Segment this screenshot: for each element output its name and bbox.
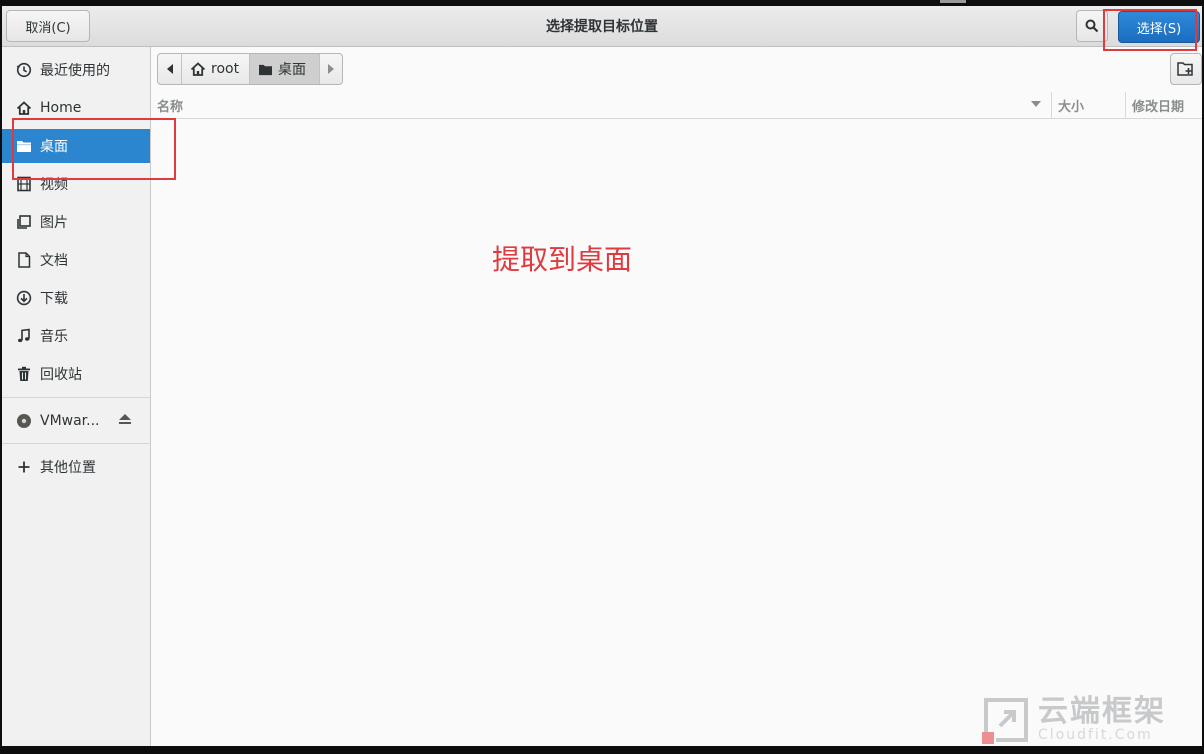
sidebar-divider — [2, 443, 150, 444]
sidebar-divider — [2, 397, 150, 398]
watermark-logo — [982, 698, 1028, 744]
path-forward-button[interactable] — [320, 54, 342, 84]
sidebar-item-desktop[interactable]: 桌面 — [2, 129, 150, 163]
sidebar-item-downloads[interactable]: 下载 — [2, 281, 150, 315]
watermark-url: Cloudfit.Com — [1038, 727, 1153, 743]
search-icon — [1085, 19, 1099, 33]
path-bar: root 桌面 — [157, 53, 343, 85]
file-chooser-dialog: 取消(C) 选择提取目标位置 选择(S) 最近使用的 Home 桌面 视频 图片… — [2, 6, 1202, 746]
path-back-button[interactable] — [158, 54, 182, 84]
document-icon — [14, 251, 34, 269]
home-icon — [14, 99, 34, 117]
watermark: 云端框架 Cloudfit.Com — [982, 696, 1166, 744]
new-folder-icon — [1177, 62, 1193, 76]
column-name-header[interactable]: 名称 — [151, 92, 1052, 118]
video-icon — [14, 175, 34, 193]
trash-icon — [14, 365, 34, 383]
eject-icon[interactable] — [118, 413, 132, 429]
sidebar-item-label: 下载 — [40, 291, 68, 307]
chevron-right-icon — [328, 64, 334, 74]
watermark-name: 云端框架 — [1038, 694, 1166, 729]
path-segment-label: root — [211, 61, 240, 77]
column-size-header[interactable]: 大小 — [1052, 92, 1126, 118]
sidebar-item-label: Home — [40, 100, 82, 116]
sidebar-item-documents[interactable]: 文档 — [2, 243, 150, 277]
search-button[interactable] — [1076, 10, 1108, 42]
sidebar-item-volume[interactable]: VMwar... — [2, 404, 150, 438]
folder-icon — [259, 64, 272, 75]
sidebar-item-label: 文档 — [40, 253, 68, 269]
sidebar-item-label: 回收站 — [40, 367, 82, 383]
sidebar-item-label: 最近使用的 — [40, 63, 110, 79]
image-icon — [14, 213, 34, 231]
dialog-title: 选择提取目标位置 — [546, 19, 658, 35]
sidebar-item-home[interactable]: Home — [2, 91, 150, 125]
sidebar-item-label: VMwar... — [40, 413, 100, 429]
sidebar-item-other-locations[interactable]: 其他位置 — [2, 450, 150, 484]
sidebar-item-label: 图片 — [40, 215, 68, 231]
sidebar-item-music[interactable]: 音乐 — [2, 319, 150, 353]
disc-icon — [14, 412, 34, 430]
new-folder-button[interactable] — [1170, 53, 1202, 85]
sidebar-item-videos[interactable]: 视频 — [2, 167, 150, 201]
path-segment-root[interactable]: root — [182, 54, 250, 84]
home-icon — [190, 62, 206, 76]
recent-icon — [14, 61, 34, 79]
cancel-button[interactable]: 取消(C) — [6, 10, 90, 42]
download-icon — [14, 289, 34, 307]
folder-icon — [14, 137, 34, 155]
sidebar-item-trash[interactable]: 回收站 — [2, 357, 150, 391]
annotation-text: 提取到桌面 — [492, 243, 633, 276]
path-segment-label: 桌面 — [278, 62, 306, 78]
header-bar: 取消(C) 选择提取目标位置 选择(S) — [2, 6, 1202, 47]
path-segment-desktop[interactable]: 桌面 — [250, 54, 320, 84]
chevron-left-icon — [166, 64, 173, 74]
sidebar-item-pictures[interactable]: 图片 — [2, 205, 150, 239]
sidebar-item-label: 其他位置 — [40, 460, 96, 476]
file-list-header: 名称 大小 修改日期 — [151, 92, 1202, 119]
column-modified-header[interactable]: 修改日期 — [1126, 92, 1202, 118]
sidebar-item-label: 视频 — [40, 177, 68, 193]
sidebar-item-label: 桌面 — [40, 139, 68, 155]
places-sidebar: 最近使用的 Home 桌面 视频 图片 文档 下载 音乐 回收站 VMwar..… — [2, 47, 151, 746]
plus-icon — [14, 458, 34, 476]
desktop-edge-mark — [940, 0, 966, 3]
select-button[interactable]: 选择(S) — [1118, 11, 1200, 43]
sidebar-item-recent[interactable]: 最近使用的 — [2, 53, 150, 87]
sort-descending-icon — [1031, 101, 1041, 107]
sidebar-item-label: 音乐 — [40, 329, 68, 345]
music-icon — [14, 327, 34, 345]
